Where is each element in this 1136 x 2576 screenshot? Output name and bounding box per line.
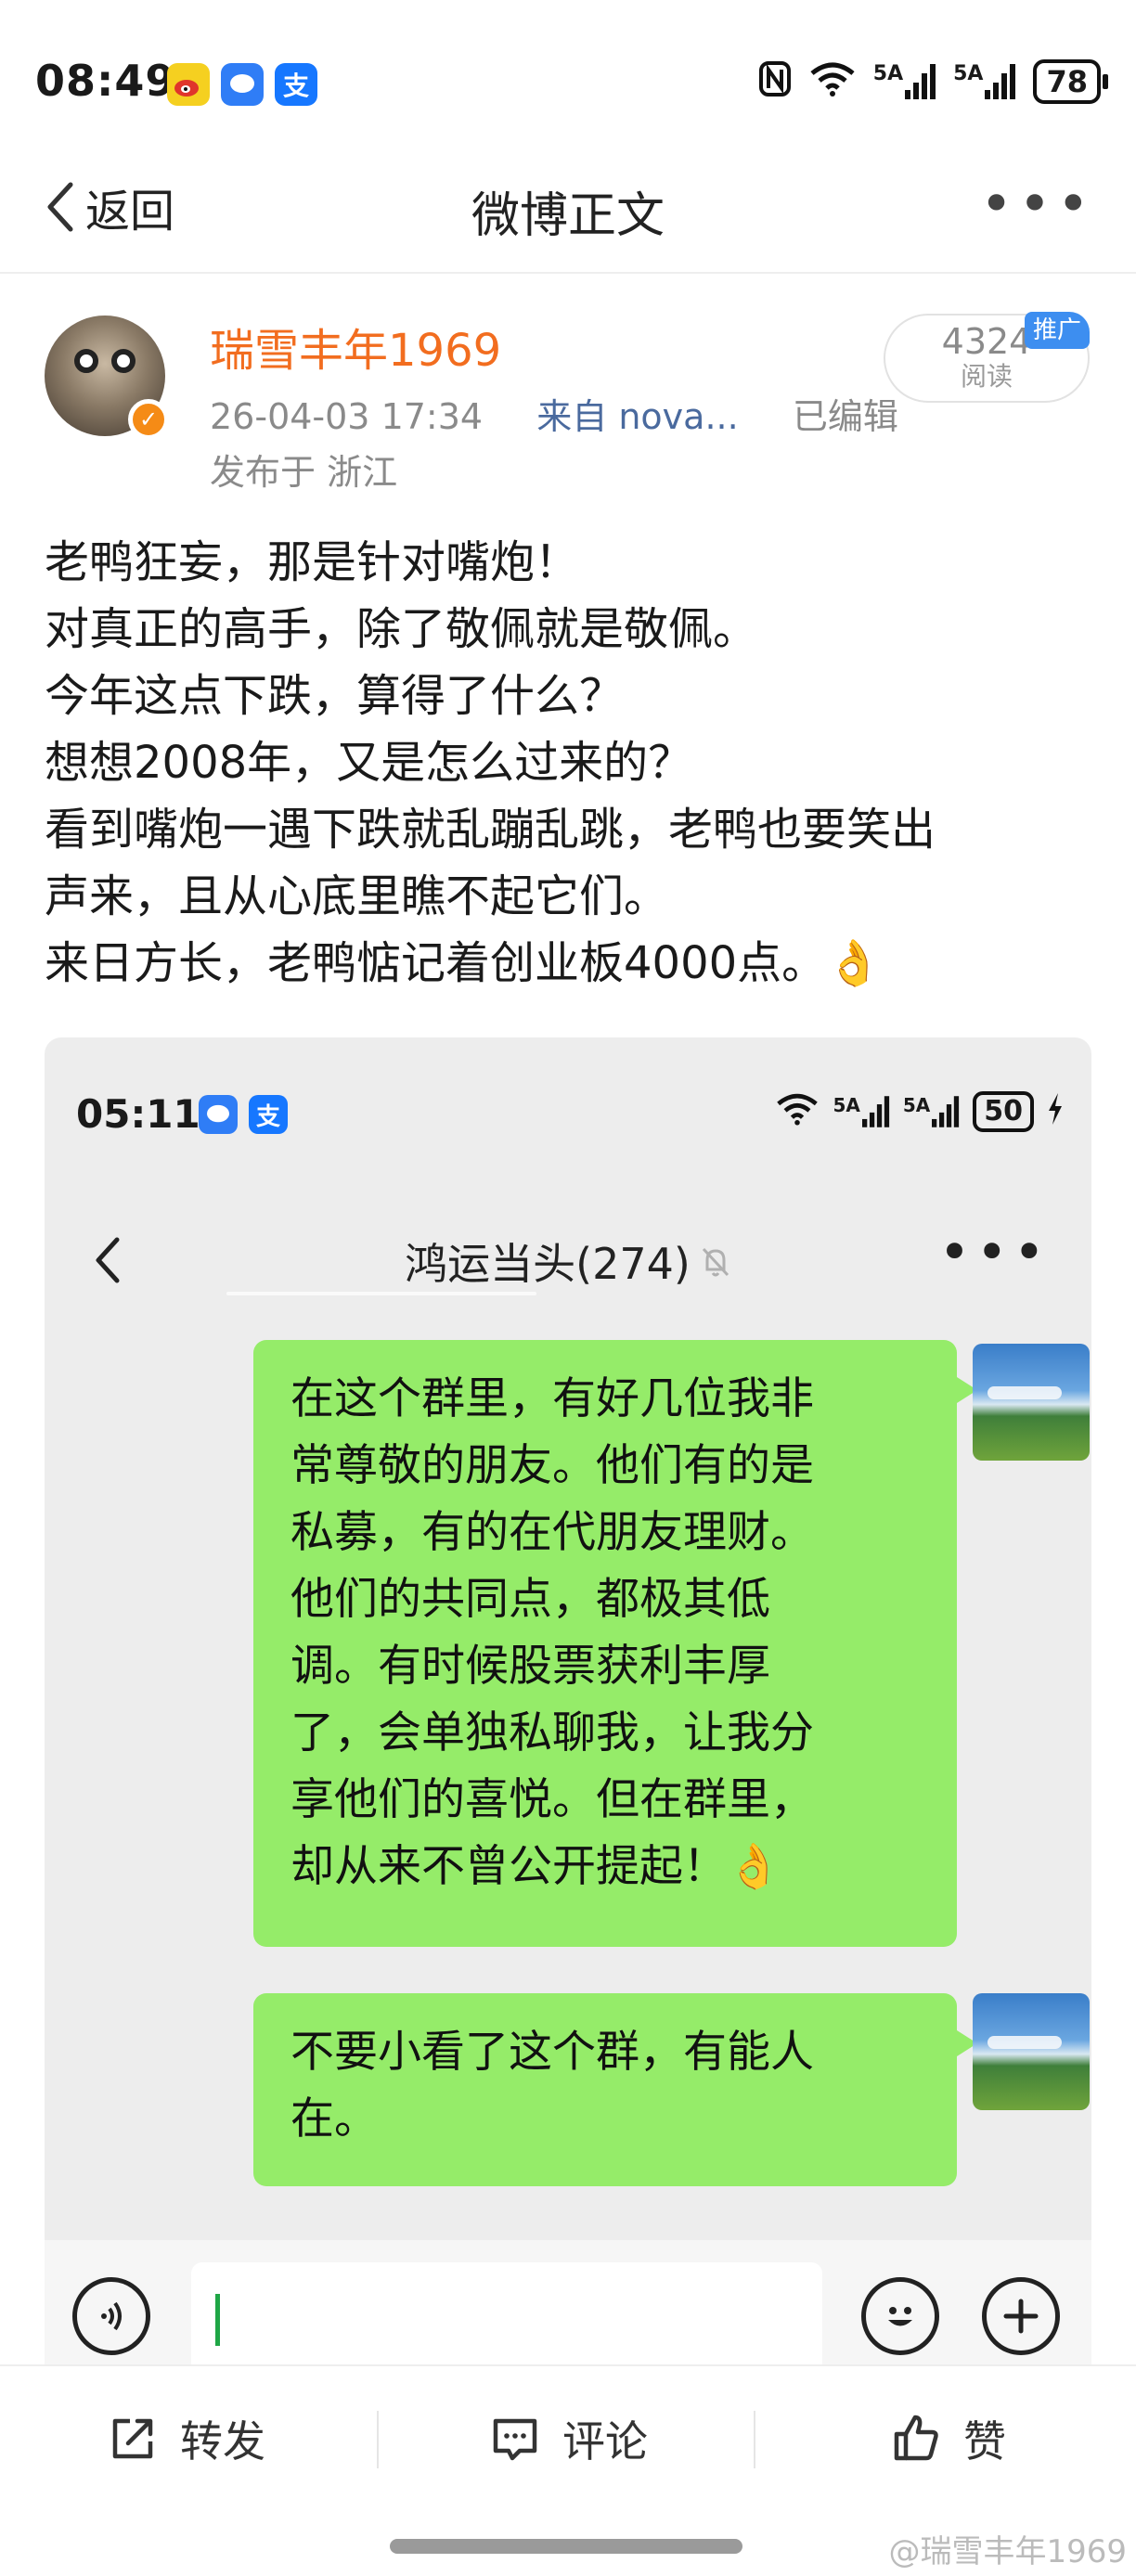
thumbs-up-icon xyxy=(894,2415,938,2461)
sender-avatar[interactable] xyxy=(973,1344,1090,1461)
more-options-icon[interactable]: ••• xyxy=(980,176,1095,232)
more-options-icon[interactable]: ••• xyxy=(938,1225,1051,1279)
voice-icon[interactable] xyxy=(72,2277,150,2355)
divider xyxy=(377,2411,379,2468)
post-date: 26-04-03 17:34 xyxy=(210,396,484,437)
alipay-icon: 支 xyxy=(275,63,317,106)
promo-badge[interactable]: 推广 xyxy=(1025,312,1090,349)
home-indicator[interactable] xyxy=(390,2539,742,2554)
post-line: 老鸭狂妄，那是针对嘴炮！ xyxy=(45,536,580,588)
post-line: 看到嘴炮一遇下跌就乱蹦乱跳，老鸭也要笑出 xyxy=(45,804,936,856)
message-input[interactable] xyxy=(191,2262,822,2364)
avatar-eye xyxy=(111,349,136,373)
forward-label: 转发 xyxy=(180,2416,265,2467)
screenshot-indicators: 5A 5A 50 xyxy=(775,1091,1064,1132)
like-button[interactable]: 赞 xyxy=(889,2366,1006,2511)
sender-avatar[interactable] xyxy=(973,1993,1090,2110)
mute-icon xyxy=(700,1245,731,1287)
author-avatar[interactable]: ✓ xyxy=(45,316,169,440)
post-body: 老鸭狂妄，那是针对嘴炮！ 对真正的高手，除了敬佩就是敬佩。 今年这点下跌，算得了… xyxy=(45,529,1093,997)
post-line: 声来，且从心底里瞧不起它们。 xyxy=(45,870,669,922)
wifi-icon xyxy=(775,1091,820,1132)
screenshot-status-bar: 05:11 支 5A 5A 50 xyxy=(45,1037,1091,1186)
signal-1: 5A xyxy=(833,1096,889,1127)
read-count-label: 阅读 xyxy=(960,361,1013,392)
alipay-icon: 支 xyxy=(249,1095,288,1134)
chat-bubble[interactable]: 在这个群里，有好几位我非 常尊敬的朋友。他们有的是 私募，有的在代朋友理财。 他… xyxy=(253,1340,977,1947)
forward-button[interactable]: 转发 xyxy=(106,2366,265,2511)
author-name[interactable]: 瑞雪丰年1969 xyxy=(210,314,501,379)
post-line: 来日方长，老鸭惦记着创业板4000点。👌 xyxy=(45,937,882,989)
signal-2: 5A xyxy=(903,1096,960,1127)
plus-icon[interactable] xyxy=(982,2277,1060,2355)
nav-bar: 返回 微博正文 ••• xyxy=(0,139,1136,274)
emoji-icon[interactable] xyxy=(861,2277,939,2355)
verified-badge-icon: ✓ xyxy=(128,399,169,440)
status-bar: 08:49 支 5A 5A 78 xyxy=(0,0,1136,139)
post-meta: 26-04-03 17:34 来自 nova... 已编辑 xyxy=(210,388,898,439)
post-image[interactable]: 05:11 支 5A 5A 50 鸿运当头(274) ••• 在这个群里，有好几… xyxy=(45,1037,1091,2364)
weibo-icon xyxy=(167,63,210,106)
share-icon xyxy=(112,2418,153,2459)
post-source: 来自 nova... xyxy=(536,396,739,437)
post-line: 对真正的高手，除了敬佩就是敬佩。 xyxy=(45,603,758,655)
chat-input-bar xyxy=(45,2240,1091,2364)
screenshot-time: 05:11 xyxy=(76,1091,200,1137)
action-bar: 转发 评论 赞 xyxy=(0,2364,1136,2509)
signal-2: 5A xyxy=(953,64,1016,99)
nfc-icon xyxy=(758,60,792,104)
comment-icon xyxy=(493,2418,537,2461)
post-location: 发布于 浙江 xyxy=(210,452,398,493)
signal-1: 5A xyxy=(873,64,936,99)
text-caret xyxy=(215,2294,220,2346)
message-icon xyxy=(221,63,264,106)
page-title: 微博正文 xyxy=(471,188,665,244)
avatar-eye xyxy=(74,349,98,373)
post-line: 今年这点下跌，算得了什么？ xyxy=(45,670,625,722)
charging-icon xyxy=(1047,1093,1064,1130)
chat-title: 鸿运当头(274) xyxy=(45,1230,1091,1292)
comment-label: 评论 xyxy=(562,2416,648,2467)
message-icon xyxy=(199,1095,238,1134)
status-indicators: 5A 5A 78 xyxy=(758,59,1108,104)
wifi-icon xyxy=(808,60,857,104)
divider xyxy=(226,1292,536,1295)
chat-header: 鸿运当头(274) ••• xyxy=(45,1186,1091,1325)
comment-button[interactable]: 评论 xyxy=(488,2366,648,2511)
divider xyxy=(754,2411,755,2468)
battery-indicator: 78 xyxy=(1033,59,1108,104)
watermark: @瑞雪丰年1969 xyxy=(888,2533,1127,2570)
battery-indicator: 50 xyxy=(973,1091,1034,1132)
like-label: 赞 xyxy=(963,2416,1006,2467)
chat-bubble[interactable]: 不要小看了这个群，有能人 在。 xyxy=(253,1993,977,2186)
edited-label: 已编辑 xyxy=(792,396,898,437)
post-line: 想想2008年，又是怎么过来的？ xyxy=(45,737,693,789)
status-time: 08:49 xyxy=(35,56,176,106)
